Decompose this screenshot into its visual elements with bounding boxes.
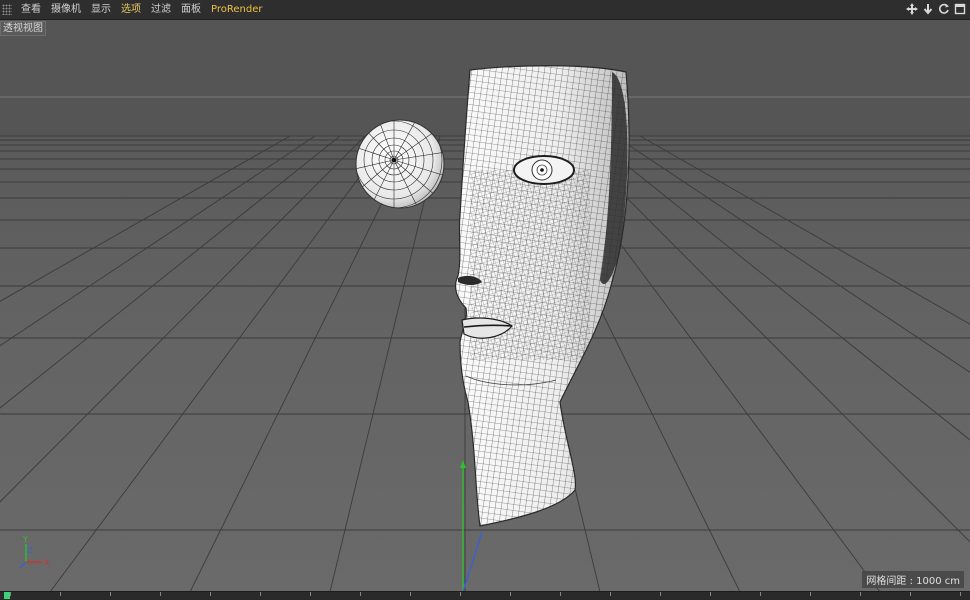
axis-gizmo bbox=[19, 544, 42, 569]
menu-view[interactable]: 查看 bbox=[16, 0, 46, 19]
timeline-tick bbox=[260, 592, 261, 596]
menu-options[interactable]: 选项 bbox=[116, 0, 146, 19]
move-view-icon[interactable] bbox=[905, 2, 918, 15]
timeline-tick bbox=[610, 592, 611, 596]
timeline-tick bbox=[810, 592, 811, 596]
timeline-tick bbox=[460, 592, 461, 596]
timeline-tick bbox=[710, 592, 711, 596]
view-navigation-icons bbox=[905, 2, 966, 15]
menu-prorender[interactable]: ProRender bbox=[206, 0, 267, 19]
grid-spacing-readout: 网格间距 : 1000 cm bbox=[862, 571, 964, 588]
timeline-tick bbox=[110, 592, 111, 596]
timeline-tick bbox=[760, 592, 761, 596]
timeline-tick bbox=[410, 592, 411, 596]
menu-panel[interactable]: 面板 bbox=[176, 0, 206, 19]
rotate-view-icon[interactable] bbox=[937, 2, 950, 15]
timeline-tick bbox=[310, 592, 311, 596]
timeline-tick bbox=[560, 592, 561, 596]
timeline-tick bbox=[10, 592, 11, 596]
viewport-menubar: 查看 摄像机 显示 选项 过滤 面板 ProRender bbox=[0, 0, 970, 20]
menu-filter[interactable]: 过滤 bbox=[146, 0, 176, 19]
perspective-viewport[interactable]: Y X Z bbox=[0, 20, 970, 592]
panel-grip-icon[interactable] bbox=[2, 4, 12, 15]
timeline-tick bbox=[160, 592, 161, 596]
face-mask-mesh bbox=[454, 65, 630, 527]
viewport-scene bbox=[0, 20, 970, 592]
timeline-tick bbox=[510, 592, 511, 596]
timeline-tick bbox=[860, 592, 861, 596]
menu-camera[interactable]: 摄像机 bbox=[46, 0, 86, 19]
zoom-view-icon[interactable] bbox=[921, 2, 934, 15]
timeline-tick bbox=[960, 592, 961, 596]
maximize-view-icon[interactable] bbox=[953, 2, 966, 15]
timeline-tick bbox=[660, 592, 661, 596]
menu-display[interactable]: 显示 bbox=[86, 0, 116, 19]
timeline-tick bbox=[360, 592, 361, 596]
timeline-tick bbox=[210, 592, 211, 596]
timeline-ruler[interactable] bbox=[0, 591, 970, 600]
timeline-tick bbox=[910, 592, 911, 596]
timeline-tick bbox=[60, 592, 61, 596]
viewport-title[interactable]: 透视视图 bbox=[0, 21, 46, 36]
